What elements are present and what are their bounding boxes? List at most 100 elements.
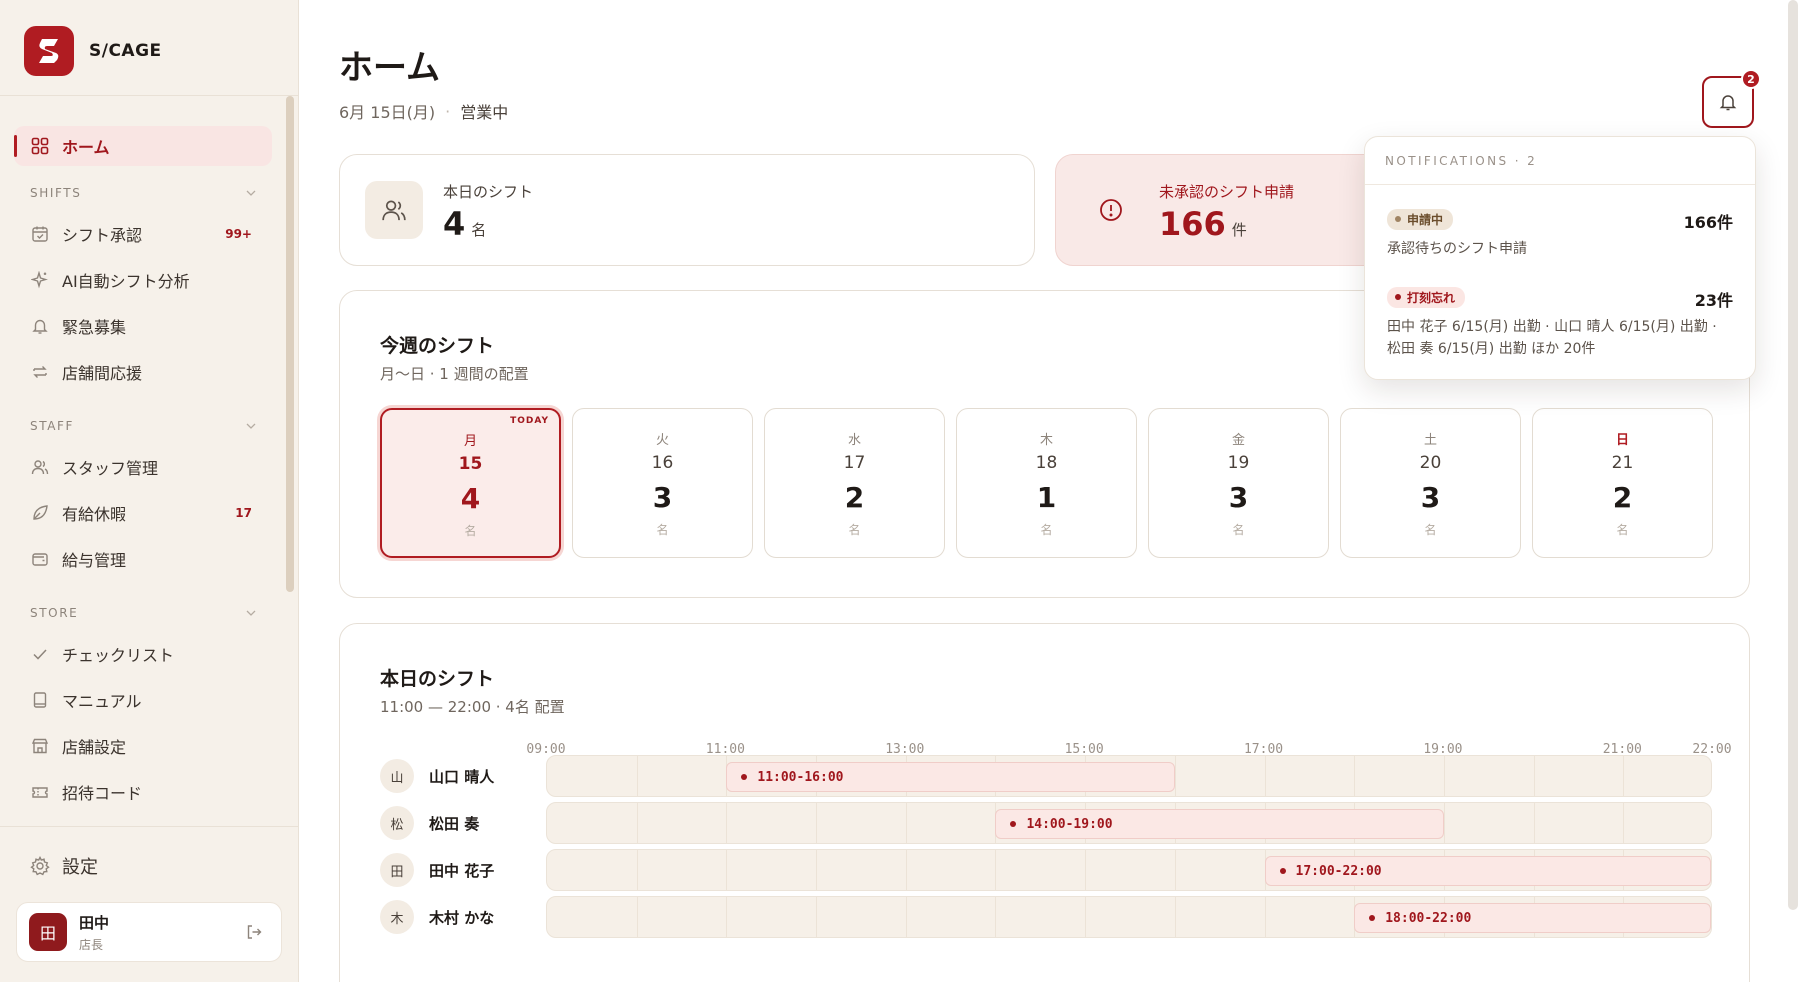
section-shifts[interactable]: SHIFTS — [30, 186, 256, 200]
day-card-wed[interactable]: 水 17 2 名 — [764, 408, 945, 558]
day-card-sat[interactable]: 土 20 3 名 — [1340, 408, 1521, 558]
section-label: STAFF — [30, 419, 75, 433]
user-info: 田中 店長 — [79, 912, 109, 953]
day-card-mon[interactable]: TODAY 月 15 4 名 — [380, 408, 561, 558]
timeline-gridline — [995, 897, 997, 937]
sidebar-item-manual[interactable]: マニュアル — [14, 680, 272, 720]
sidebar-item-label: 有給休暇 — [62, 505, 127, 524]
dot-icon — [741, 774, 748, 780]
sidebar-item-shift-approval[interactable]: シフト承認 99+ — [14, 214, 272, 254]
status-badge: 申請中 — [1387, 208, 1454, 230]
day-card-thu[interactable]: 木 18 1 名 — [956, 408, 1137, 558]
sidebar-scrollbar[interactable] — [286, 96, 294, 592]
timeline-gridline — [1533, 756, 1535, 796]
staff-name: 木村 かな — [429, 909, 495, 927]
page-scrollbar[interactable] — [1788, 0, 1798, 910]
user-role: 店長 — [79, 937, 104, 952]
timeline-gridline — [1623, 803, 1625, 843]
sidebar-item-staff-management[interactable]: スタッフ管理 — [14, 447, 272, 487]
section-label: SHIFTS — [30, 186, 82, 200]
dot-icon — [1395, 216, 1401, 222]
day-card-tue[interactable]: 火 16 3 名 — [572, 408, 753, 558]
day-card-fri[interactable]: 金 19 3 名 — [1148, 408, 1329, 558]
sidebar-item-label: ホーム — [62, 138, 110, 157]
day-of-week: 水 — [847, 433, 861, 448]
user-name: 田中 — [79, 913, 110, 932]
stat-unit: 件 — [1231, 221, 1247, 239]
timeline-gridline — [816, 850, 818, 890]
brand[interactable]: S/CAGE — [24, 26, 162, 76]
timeline-gridline — [1443, 803, 1445, 843]
notification-description: 承認待ちのシフト申請 — [1387, 240, 1527, 257]
day-date: 20 — [1419, 453, 1442, 473]
day-unit: 名 — [1040, 523, 1053, 537]
timeline-gridline — [636, 850, 638, 890]
timeline-gridline — [1623, 756, 1625, 796]
store-icon — [30, 736, 50, 756]
sidebar-item-settings[interactable]: 設定 — [14, 846, 272, 886]
notification-description: 田中 花子 6/15(月) 出勤 · 山口 晴人 6/15(月) 出勤 · 松田… — [1387, 318, 1717, 357]
avatar: 田 — [29, 913, 67, 951]
count-badge: 99+ — [225, 227, 252, 241]
brand-name: S/CAGE — [89, 41, 162, 61]
page-subtitle: 6月 15日(月) · 営業中 — [339, 99, 508, 123]
section-store[interactable]: STORE — [30, 606, 256, 620]
sidebar-item-ai-shift[interactable]: AI自動シフト分析 — [14, 260, 272, 300]
timeline-gridline — [1174, 756, 1176, 796]
sidebar-item-store-settings[interactable]: 店舗設定 — [14, 726, 272, 766]
day-staff-count: 3 — [652, 481, 673, 514]
shift-bar[interactable]: 18:00-22:00 — [1354, 903, 1711, 933]
day-unit: 名 — [1232, 523, 1245, 537]
notifications-heading: NOTIFICATIONS · 2 — [1365, 137, 1755, 185]
timeline-gridline — [995, 850, 997, 890]
day-unit: 名 — [1424, 523, 1437, 537]
today-shift-timeline-card: 本日のシフト 11:00 — 22:00 · 4名 配置 09:00 11:00 1… — [339, 623, 1750, 982]
user-card[interactable]: 田 田中 店長 — [16, 902, 282, 962]
notifications-button[interactable]: 2 — [1702, 69, 1761, 128]
day-card-sun[interactable]: 日 21 2 名 — [1532, 408, 1713, 558]
notification-item-pending[interactable]: 申請中 166件 承認待ちのシフト申請 — [1387, 207, 1733, 260]
day-of-week: 金 — [1231, 433, 1245, 448]
sidebar-item-home[interactable]: ホーム — [14, 126, 272, 166]
timeline-gridline — [1174, 850, 1176, 890]
timeline-track: 18:00-22:00 — [546, 896, 1712, 938]
shift-bar[interactable]: 11:00-16:00 — [726, 762, 1175, 792]
sidebar-item-store-support[interactable]: 店舗間応援 — [14, 352, 272, 392]
day-date: 21 — [1611, 453, 1634, 473]
sidebar-item-urgent-recruit[interactable]: 緊急募集 — [14, 306, 272, 346]
timeline-gridline — [1085, 897, 1087, 937]
notification-item-missed-punch[interactable]: 打刻忘れ 23件 田中 花子 6/15(月) 出勤 · 山口 晴人 6/15(月… — [1387, 285, 1733, 360]
stat-number: 4 — [443, 205, 466, 243]
timeline-gridline — [636, 756, 638, 796]
timeline-gridline — [905, 850, 907, 890]
day-date: 19 — [1227, 453, 1250, 473]
sidebar-item-payroll[interactable]: 給与管理 — [14, 539, 272, 579]
timeline-gridline — [1264, 897, 1266, 937]
day-unit: 名 — [848, 523, 861, 537]
badge-label: 申請中 — [1407, 212, 1444, 227]
timeline-gridline — [1264, 756, 1266, 796]
gear-icon — [30, 856, 50, 876]
day-staff-count: 3 — [1420, 481, 1441, 514]
shift-time: 17:00-22:00 — [1295, 863, 1382, 879]
separator: · — [445, 101, 451, 121]
sidebar-item-invite-code[interactable]: 招待コード — [14, 772, 272, 812]
sidebar-item-checklist[interactable]: チェックリスト — [14, 634, 272, 674]
shift-time: 14:00-19:00 — [1026, 816, 1113, 832]
store-status: 営業中 — [460, 103, 509, 122]
day-of-week: 木 — [1039, 433, 1053, 448]
notification-count-badge: 2 — [1741, 69, 1761, 89]
sidebar-item-paid-leave[interactable]: 有給休暇 17 — [14, 493, 272, 533]
calendar-check-icon — [30, 224, 50, 244]
stat-unit: 名 — [471, 221, 487, 239]
today-shift-stat-card[interactable]: 本日のシフト 4名 — [339, 154, 1035, 266]
sidebar-item-label: 設定 — [62, 857, 98, 878]
section-staff[interactable]: STAFF — [30, 419, 256, 433]
section-subtitle: 月〜日 · 1 週間の配置 — [380, 365, 529, 383]
users-icon — [365, 181, 423, 239]
sidebar-item-label: 店舗設定 — [62, 738, 127, 757]
shift-bar[interactable]: 17:00-22:00 — [1264, 856, 1711, 886]
shift-bar[interactable]: 14:00-19:00 — [995, 809, 1444, 839]
day-of-week: 土 — [1423, 433, 1437, 448]
logout-icon[interactable] — [245, 923, 263, 941]
